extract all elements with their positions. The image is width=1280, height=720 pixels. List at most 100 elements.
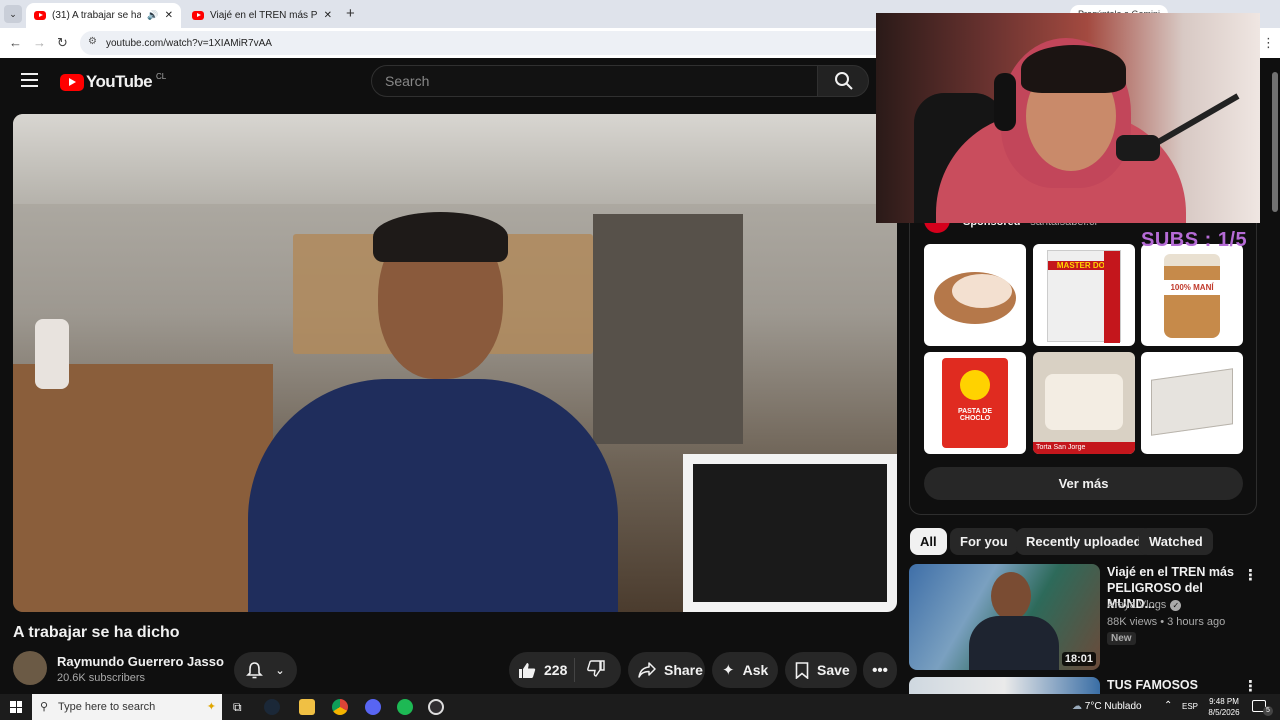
recommendation-item[interactable]: 18:01 Viajé en el TREN más PELIGROSO del…: [909, 564, 1258, 670]
video-scene-person-body: [248, 379, 618, 612]
tab-active[interactable]: (31) A trabajar se ha dicho 🔊 ✕: [26, 3, 181, 28]
more-vert-icon[interactable]: ⋮: [1243, 566, 1258, 584]
sparkle-icon: ✦: [722, 662, 735, 679]
like-button[interactable]: 228: [509, 658, 575, 682]
box-image: [1151, 368, 1233, 436]
more-actions-button[interactable]: •••: [863, 652, 897, 688]
ask-button[interactable]: ✦ Ask: [712, 652, 778, 688]
duration-badge: 18:01: [1061, 652, 1096, 666]
search-button[interactable]: [817, 65, 869, 97]
ad-product-torta-san-jorge[interactable]: Torta San Jorge: [1033, 352, 1135, 454]
youtube-favicon-icon: [192, 11, 204, 20]
tab-label: (31) A trabajar se ha dicho: [52, 10, 142, 21]
ad-product-mani[interactable]: 100% MANÍ: [1141, 244, 1243, 346]
country-code: CL: [156, 71, 167, 81]
bell-icon: [246, 662, 264, 679]
webcam-overlay: [876, 13, 1260, 223]
youtube-favicon-icon: [34, 11, 46, 20]
thumbs-up-icon: [519, 662, 536, 678]
video-player[interactable]: [13, 114, 897, 612]
ad-product-master-dog[interactable]: MASTER DOG: [1033, 244, 1135, 346]
channel-name[interactable]: Raymundo Guerrero Jasso: [57, 654, 224, 669]
video-scene-crate: [13, 364, 273, 612]
taskbar-search-placeholder: Type here to search: [58, 701, 156, 713]
video-thumbnail[interactable]: [909, 677, 1100, 694]
video-scene-bottle: [35, 319, 69, 389]
search-icon: [835, 72, 853, 90]
pasta-logo: [960, 370, 990, 400]
thumbnail-body: [969, 616, 1059, 670]
browser-menu-icon[interactable]: ⋮: [1262, 35, 1275, 51]
hamburger-menu-icon[interactable]: [21, 73, 38, 87]
more-horizontal-icon: •••: [872, 661, 888, 679]
back-icon[interactable]: ←: [9, 35, 22, 50]
tab-close-icon[interactable]: ✕: [324, 10, 332, 21]
ad-product-chicken-breast[interactable]: [924, 244, 1026, 346]
mani-lid: [1164, 254, 1220, 266]
reload-icon[interactable]: ↻: [57, 35, 68, 51]
recommendation-age: 3 hours ago: [1167, 616, 1226, 628]
pasta-bag: PASTA DE CHOCLO: [942, 358, 1008, 448]
recommendation-stats: 88K views • 3 hours ago: [1107, 616, 1225, 628]
new-badge: New: [1107, 632, 1136, 645]
page-scrollbar[interactable]: [1270, 66, 1280, 694]
chip-all[interactable]: All: [910, 528, 947, 555]
webcam-hair: [1021, 45, 1126, 93]
video-scene-ceiling: [13, 114, 897, 204]
save-label: Save: [817, 662, 850, 678]
ad-product-pasta-de-choclo[interactable]: PASTA DE CHOCLO: [924, 352, 1026, 454]
tab-search-dropdown[interactable]: ⌄: [4, 5, 22, 23]
video-thumbnail[interactable]: 18:01: [909, 564, 1100, 670]
discord-icon[interactable]: [365, 699, 381, 715]
chip-recently-uploaded[interactable]: Recently uploaded: [1016, 528, 1152, 555]
windows-start-icon[interactable]: [10, 701, 22, 713]
chevron-down-icon: ⌄: [275, 664, 285, 677]
steam-icon[interactable]: [264, 699, 280, 715]
share-label: Share: [664, 662, 703, 678]
recommendation-channel: Araya Vlogs: [1107, 599, 1167, 611]
torta-label: Torta San Jorge: [1033, 442, 1135, 454]
obs-icon[interactable]: [428, 699, 444, 715]
bookmark-icon: [795, 661, 809, 679]
dislike-button[interactable]: [575, 660, 605, 680]
video-title: A trabajar se ha dicho: [13, 624, 180, 641]
channel-avatar[interactable]: [13, 651, 47, 685]
clock[interactable]: 9:48 PM 8/5/2026: [1206, 696, 1242, 718]
site-info-icon[interactable]: ⚙: [88, 36, 97, 47]
video-scene-frame: [683, 454, 897, 612]
share-icon: [638, 662, 656, 678]
spotify-icon[interactable]: [397, 699, 413, 715]
ad-product-box[interactable]: [1141, 352, 1243, 454]
like-dislike-group: 228: [509, 652, 621, 688]
scrollbar-thumb[interactable]: [1272, 72, 1278, 212]
new-tab-button[interactable]: +: [346, 5, 355, 22]
recommendation-title: TUS FAMOSOS: [1107, 678, 1198, 692]
language-indicator[interactable]: ESP: [1182, 702, 1198, 711]
ver-mas-button[interactable]: Ver más: [924, 467, 1243, 500]
share-button[interactable]: Share: [628, 652, 705, 688]
chevron-up-icon[interactable]: ⌃: [1164, 700, 1172, 711]
chip-watched[interactable]: Watched: [1139, 528, 1213, 555]
tab-close-icon[interactable]: ✕: [165, 10, 173, 21]
recommendation-item[interactable]: TUS FAMOSOS ⋮: [909, 677, 1254, 694]
save-button[interactable]: Save: [785, 652, 857, 688]
mani-jar: 100% MANÍ: [1164, 254, 1220, 338]
forward-icon[interactable]: →: [33, 35, 46, 50]
speaker-icon[interactable]: 🔊: [147, 10, 158, 21]
windows-taskbar: ⚲ Type here to search ✦ ⧉ ☁ 7°C Nublado …: [0, 694, 1280, 720]
notifications-button[interactable]: ⌄: [234, 652, 297, 688]
youtube-logo[interactable]: YouTube CL: [60, 72, 166, 92]
chip-for-you[interactable]: For you: [950, 528, 1018, 555]
webcam-mic: [1116, 135, 1160, 161]
file-explorer-icon[interactable]: [299, 699, 315, 715]
chrome-icon[interactable]: [332, 699, 348, 715]
more-vert-icon[interactable]: ⋮: [1243, 677, 1254, 694]
task-view-icon[interactable]: ⧉: [233, 700, 242, 715]
notification-count: 5: [1263, 706, 1273, 716]
search-input[interactable]: Search: [371, 65, 818, 97]
url-text: youtube.com/watch?v=1XIAMiR7vAA: [106, 37, 272, 49]
weather-widget[interactable]: ☁ 7°C Nublado: [1072, 701, 1142, 712]
taskbar-search-input[interactable]: ⚲ Type here to search ✦: [32, 694, 222, 720]
tab-inactive[interactable]: Viajé en el TREN más PELIGROSO ✕: [184, 3, 340, 28]
dog-food-bag: MASTER DOG: [1047, 250, 1121, 343]
